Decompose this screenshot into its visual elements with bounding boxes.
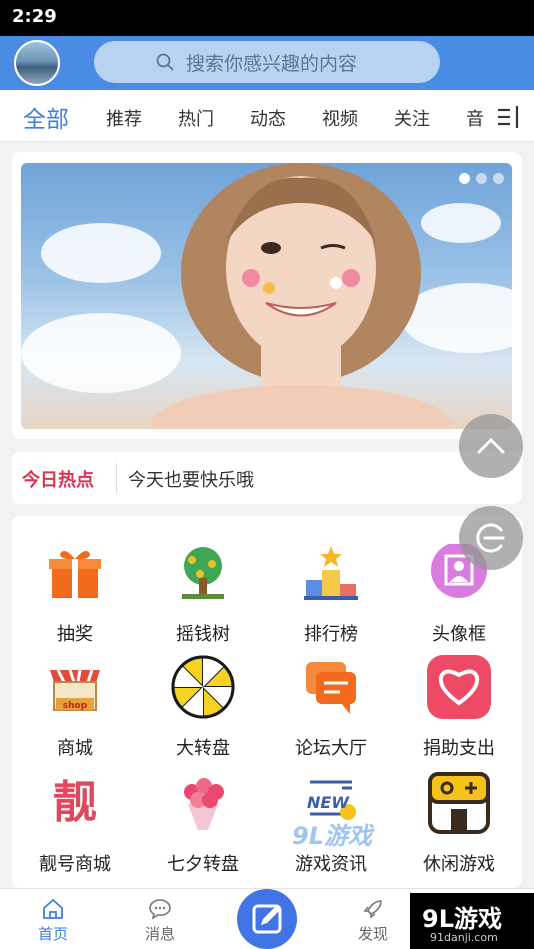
divider bbox=[116, 463, 117, 493]
grid-label: 游戏资讯 bbox=[295, 854, 367, 875]
grid-item-liang-shop[interactable]: 靓 靓号商城 bbox=[20, 774, 130, 886]
message-icon bbox=[149, 899, 171, 920]
hot-news-bar[interactable]: 今日热点 今天也要快乐哦 bbox=[12, 452, 522, 504]
search-icon bbox=[156, 53, 174, 71]
banner-dot[interactable] bbox=[459, 173, 470, 184]
category-tabs: 全部 推荐 热门 动态 视频 关注 音 bbox=[0, 90, 534, 142]
avatar[interactable] bbox=[14, 40, 60, 86]
grid-label: 摇钱树 bbox=[176, 624, 230, 645]
grid-label: 排行榜 bbox=[304, 624, 358, 645]
grid-label: 七夕转盘 bbox=[167, 854, 239, 875]
status-bar: 2:29 bbox=[0, 0, 534, 36]
refresh-button[interactable] bbox=[459, 506, 523, 570]
nav-label: 首页 bbox=[37, 925, 68, 943]
shop-icon: shop bbox=[50, 669, 100, 711]
banner-dot[interactable] bbox=[476, 173, 487, 184]
grid-item-qixi-wheel[interactable]: 七夕转盘 bbox=[148, 774, 258, 886]
site-watermark: 9L游戏 91danji.com bbox=[410, 893, 534, 949]
grid-label: 休闲游戏 bbox=[423, 854, 495, 875]
grid-label: 头像框 bbox=[432, 624, 486, 645]
grid-item-shop[interactable]: shop 商城 bbox=[20, 658, 130, 770]
feature-grid: 抽奖 摇钱树 排行榜 头像框 shop 商城 大转盘 论坛大厅 捐助支出 靓 靓… bbox=[12, 516, 522, 888]
edit-icon bbox=[252, 904, 282, 934]
nav-home[interactable]: 首页 bbox=[8, 889, 98, 949]
top-bar: 搜索你感兴趣的内容 bbox=[0, 36, 534, 90]
heart-icon bbox=[427, 655, 491, 719]
grid-label: 商城 bbox=[57, 738, 93, 759]
grid-item-ranking[interactable]: 排行榜 bbox=[276, 544, 386, 656]
money-tree-icon bbox=[182, 547, 224, 599]
menu-icon[interactable] bbox=[496, 104, 522, 130]
nav-label: 消息 bbox=[144, 925, 175, 943]
nav-discover[interactable]: 发现 bbox=[328, 889, 418, 949]
compose-button[interactable] bbox=[237, 889, 297, 949]
bouquet-icon bbox=[184, 778, 224, 830]
liang-icon: 靓 bbox=[53, 777, 97, 828]
banner-card bbox=[12, 152, 522, 439]
grid-item-casual-games[interactable]: 休闲游戏 bbox=[404, 772, 514, 886]
wheel-icon bbox=[171, 655, 235, 719]
scroll-top-button[interactable] bbox=[459, 414, 523, 478]
grid-label: 靓号商城 bbox=[39, 854, 111, 875]
gamepad-icon bbox=[428, 772, 490, 834]
tab-music[interactable]: 音 bbox=[466, 105, 484, 131]
grid-label: 捐助支出 bbox=[423, 738, 495, 759]
watermark-url: 91danji.com bbox=[430, 931, 498, 944]
svg-text:shop: shop bbox=[63, 701, 88, 711]
grid-label: 抽奖 bbox=[57, 624, 93, 645]
refresh-icon bbox=[476, 523, 505, 553]
tab-popular[interactable]: 热门 bbox=[178, 105, 214, 131]
status-time: 2:29 bbox=[12, 6, 57, 27]
nav-label: 发现 bbox=[357, 925, 388, 943]
search-placeholder: 搜索你感兴趣的内容 bbox=[186, 52, 358, 75]
nav-messages[interactable]: 消息 bbox=[115, 889, 205, 949]
grid-item-wheel[interactable]: 大转盘 bbox=[148, 655, 258, 770]
grid-label: 大转盘 bbox=[176, 738, 230, 759]
watermark-logo: 9L游戏 bbox=[422, 905, 502, 933]
hot-title: 今日热点 bbox=[22, 470, 94, 491]
new-badge: NEW bbox=[307, 793, 350, 812]
podium-icon bbox=[304, 546, 358, 600]
gift-icon bbox=[49, 550, 101, 598]
chevron-up-icon bbox=[477, 437, 505, 454]
tab-video[interactable]: 视频 bbox=[322, 105, 358, 131]
tab-feed[interactable]: 动态 bbox=[250, 105, 286, 131]
banner-image[interactable] bbox=[21, 163, 512, 429]
grid-item-forum[interactable]: 论坛大厅 bbox=[276, 658, 386, 770]
grid-item-lottery[interactable]: 抽奖 bbox=[20, 544, 130, 656]
grid-item-money-tree[interactable]: 摇钱树 bbox=[148, 544, 258, 656]
grid-label: 论坛大厅 bbox=[295, 738, 367, 759]
home-icon bbox=[43, 899, 63, 919]
grid-item-donation[interactable]: 捐助支出 bbox=[404, 655, 514, 770]
portrait-illustration bbox=[151, 163, 451, 429]
banner-indicator bbox=[459, 173, 504, 184]
rocket-icon bbox=[363, 900, 382, 919]
tab-recommend[interactable]: 推荐 bbox=[106, 105, 142, 131]
banner-dot[interactable] bbox=[493, 173, 504, 184]
tab-all[interactable]: 全部 bbox=[23, 100, 69, 134]
hot-text[interactable]: 今天也要快乐哦 bbox=[128, 466, 254, 492]
tab-follow[interactable]: 关注 bbox=[394, 105, 430, 131]
chat-icon bbox=[306, 662, 356, 714]
search-input[interactable]: 搜索你感兴趣的内容 bbox=[94, 41, 440, 83]
watermark-overlay: 9L游戏 bbox=[292, 822, 372, 850]
